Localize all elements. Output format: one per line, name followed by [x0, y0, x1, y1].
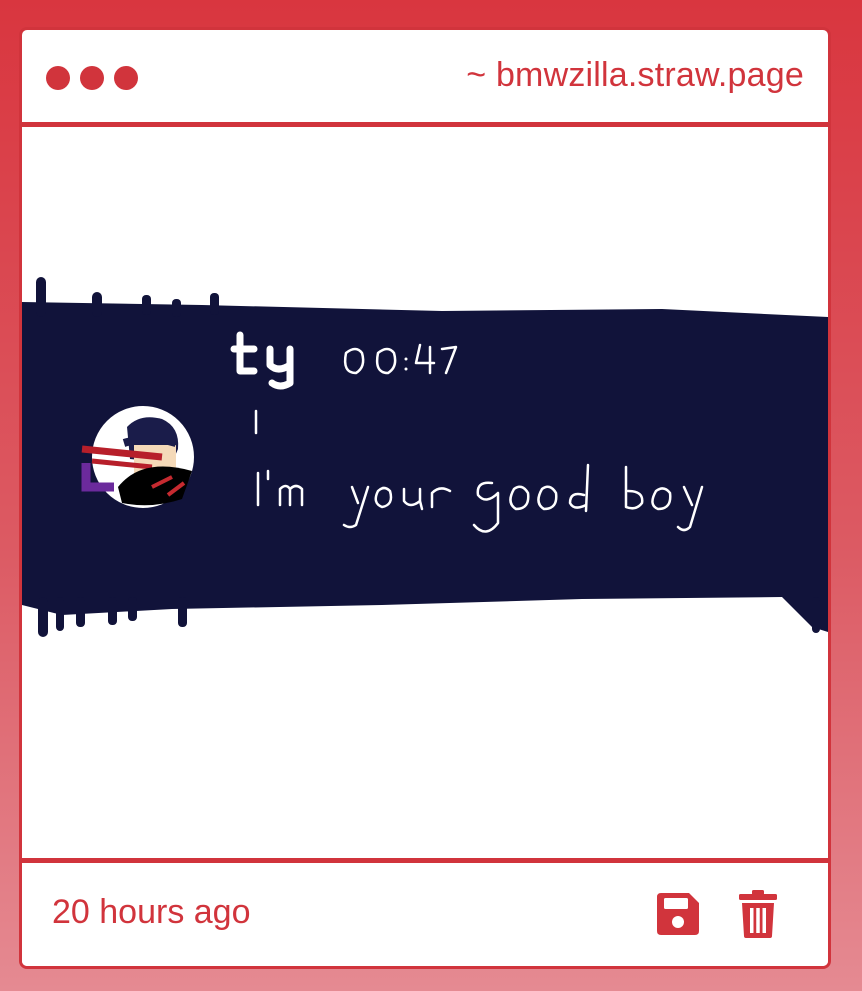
trash-icon — [739, 890, 777, 938]
window-control-dot[interactable] — [46, 66, 70, 90]
floppy-disk-icon — [657, 893, 699, 935]
post-actions — [654, 889, 782, 939]
window-control-dot[interactable] — [80, 66, 104, 90]
post-footer: 20 hours ago — [22, 858, 828, 966]
post-window: ~ bmwzilla.straw.page 20 hours ago — [19, 27, 831, 969]
delete-button[interactable] — [734, 889, 782, 939]
site-url-link[interactable]: ~ bmwzilla.straw.page — [466, 56, 804, 95]
window-control-dot[interactable] — [114, 66, 138, 90]
hand-drawn-image — [22, 277, 828, 637]
title-bar: ~ bmwzilla.straw.page — [22, 30, 828, 127]
post-timestamp: 20 hours ago — [52, 893, 251, 931]
save-button[interactable] — [654, 889, 702, 939]
window-controls — [46, 66, 138, 90]
drawing-canvas — [22, 127, 828, 860]
